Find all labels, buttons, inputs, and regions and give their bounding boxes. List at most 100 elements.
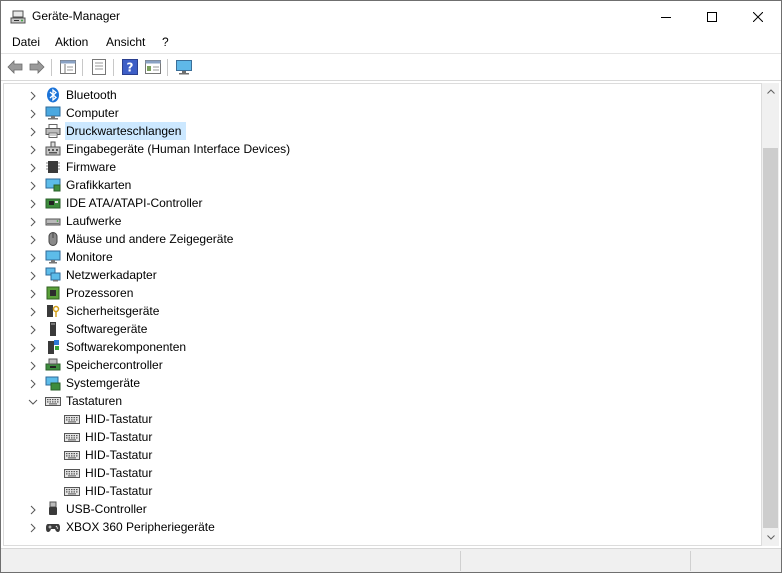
tree-category-tastaturen[interactable]: Tastaturen	[4, 392, 744, 410]
chevron-right-icon[interactable]	[28, 270, 38, 281]
tree-category-grafikkarten[interactable]: Grafikkarten	[4, 176, 744, 194]
menu-bar: Datei Aktion Ansicht ?	[1, 32, 781, 54]
tree-category-softwaregeraete[interactable]: Softwaregeräte	[4, 320, 744, 338]
computer-icon	[45, 105, 61, 121]
menu-ansicht[interactable]: Ansicht	[105, 35, 146, 49]
toolbar-separator	[113, 59, 114, 76]
tree-category-eingabegeraete-human-interface-devices[interactable]: Eingabegeräte (Human Interface Devices)	[4, 140, 744, 158]
chevron-right-icon[interactable]	[28, 180, 38, 191]
device-manager-window: Geräte-Manager Datei Aktion Ansicht ? ? …	[0, 0, 782, 573]
firmware-icon	[45, 159, 61, 175]
chevron-right-icon[interactable]	[28, 378, 38, 389]
system-device-icon	[45, 375, 61, 391]
forward-button[interactable]	[28, 58, 46, 76]
chevron-right-icon[interactable]	[28, 90, 38, 101]
menu-datei[interactable]: Datei	[11, 35, 41, 49]
gamepad-icon	[45, 519, 61, 535]
tree-item-label: HID-Tastatur	[85, 430, 153, 444]
tree-item-label: HID-Tastatur	[85, 448, 153, 462]
ide-controller-icon	[45, 195, 61, 211]
chevron-right-icon[interactable]	[28, 342, 38, 353]
tree-item-label: Sicherheitsgeräte	[66, 304, 160, 318]
chevron-right-icon[interactable]	[28, 324, 38, 335]
tree-item-label: Speichercontroller	[66, 358, 163, 372]
help-button[interactable]: ?	[121, 58, 139, 76]
keyboard-icon	[64, 411, 80, 427]
tree-item-label: Computer	[66, 106, 119, 120]
tree-item-label: IDE ATA/ATAPI-Controller	[66, 196, 203, 210]
toolbar: ?	[1, 55, 781, 81]
scroll-down-button[interactable]	[762, 529, 779, 546]
back-button[interactable]	[6, 58, 24, 76]
tree-item-label: Laufwerke	[66, 214, 122, 228]
tree-category-firmware[interactable]: Firmware	[4, 158, 744, 176]
tree-category-monitore[interactable]: Monitore	[4, 248, 744, 266]
chevron-right-icon[interactable]	[28, 144, 38, 155]
menu-aktion[interactable]: Aktion	[54, 35, 89, 49]
chevron-right-icon[interactable]	[28, 234, 38, 245]
tree-category-sicherheitsgeraete[interactable]: Sicherheitsgeräte	[4, 302, 744, 320]
tree-item-label: Bluetooth	[66, 88, 117, 102]
svg-text:?: ?	[127, 61, 134, 75]
tree-category-softwarekomponenten[interactable]: Softwarekomponenten	[4, 338, 744, 356]
chevron-right-icon[interactable]	[28, 198, 38, 209]
tree-device-item[interactable]: HID-Tastatur	[4, 446, 744, 464]
tree-category-prozessoren[interactable]: Prozessoren	[4, 284, 744, 302]
vertical-scrollbar[interactable]	[762, 83, 779, 546]
keyboard-icon	[64, 447, 80, 463]
maximize-button[interactable]	[689, 1, 735, 32]
scrollbar-thumb[interactable]	[763, 148, 778, 528]
chevron-right-icon[interactable]	[28, 162, 38, 173]
tree-device-item[interactable]: HID-Tastatur	[4, 428, 744, 446]
usb-icon	[45, 501, 61, 517]
device-tree[interactable]: Bluetooth Computer Druckwarteschlangen Eing…	[3, 83, 762, 546]
scroll-up-button[interactable]	[762, 83, 779, 100]
action-pane-button[interactable]	[144, 58, 162, 76]
console-tree-button[interactable]	[59, 58, 77, 76]
tree-device-item[interactable]: HID-Tastatur	[4, 410, 744, 428]
tree-category-druckwarteschlangen[interactable]: Druckwarteschlangen	[4, 122, 744, 140]
menu-help[interactable]: ?	[161, 35, 170, 49]
scan-hardware-icon	[176, 60, 192, 75]
tree-category-laufwerke[interactable]: Laufwerke	[4, 212, 744, 230]
forward-icon	[29, 60, 45, 74]
chevron-right-icon[interactable]	[28, 108, 38, 119]
tree-category-usb-controller[interactable]: USB-Controller	[4, 500, 744, 518]
tree-category-computer[interactable]: Computer	[4, 104, 744, 122]
tree-category-bluetooth[interactable]: Bluetooth	[4, 86, 744, 104]
tree-category-systemgeraete[interactable]: Systemgeräte	[4, 374, 744, 392]
network-adapter-icon	[45, 267, 61, 283]
tree-category-speichercontroller[interactable]: Speichercontroller	[4, 356, 744, 374]
scan-hardware-button[interactable]	[175, 58, 193, 76]
minimize-button[interactable]	[643, 1, 689, 32]
chevron-right-icon[interactable]	[28, 126, 38, 137]
chevron-right-icon[interactable]	[28, 360, 38, 371]
chevron-up-icon	[766, 89, 775, 94]
chevron-right-icon[interactable]	[28, 504, 38, 515]
properties-button[interactable]	[90, 58, 108, 76]
tree-item-label: USB-Controller	[66, 502, 147, 516]
toolbar-separator	[51, 59, 52, 76]
chevron-right-icon[interactable]	[28, 522, 38, 533]
tree-device-item[interactable]: HID-Tastatur	[4, 464, 744, 482]
keyboard-icon	[64, 483, 80, 499]
tree-category-maeuse-und-andere-zeigegeraete[interactable]: Mäuse und andere Zeigegeräte	[4, 230, 744, 248]
chevron-right-icon[interactable]	[28, 252, 38, 263]
tree-item-label: HID-Tastatur	[85, 412, 153, 426]
close-button[interactable]	[735, 1, 781, 32]
hid-icon	[45, 141, 61, 157]
tree-item-label: Mäuse und andere Zeigegeräte	[66, 232, 234, 246]
security-device-icon	[45, 303, 61, 319]
status-panel	[460, 551, 690, 571]
tree-device-item[interactable]: HID-Tastatur	[4, 482, 744, 500]
chevron-right-icon[interactable]	[28, 216, 38, 227]
title-bar[interactable]: Geräte-Manager	[1, 1, 781, 32]
status-panel	[690, 551, 780, 571]
tree-category-xbox-360-peripheriegeraete[interactable]: XBOX 360 Peripheriegeräte	[4, 518, 744, 536]
tree-category-ide-ata-atapi-controller[interactable]: IDE ATA/ATAPI-Controller	[4, 194, 744, 212]
chevron-right-icon[interactable]	[28, 288, 38, 299]
tree-category-netzwerkadapter[interactable]: Netzwerkadapter	[4, 266, 744, 284]
chevron-down-icon[interactable]	[28, 396, 38, 406]
chevron-right-icon[interactable]	[28, 306, 38, 317]
chevron-down-icon	[766, 535, 775, 540]
